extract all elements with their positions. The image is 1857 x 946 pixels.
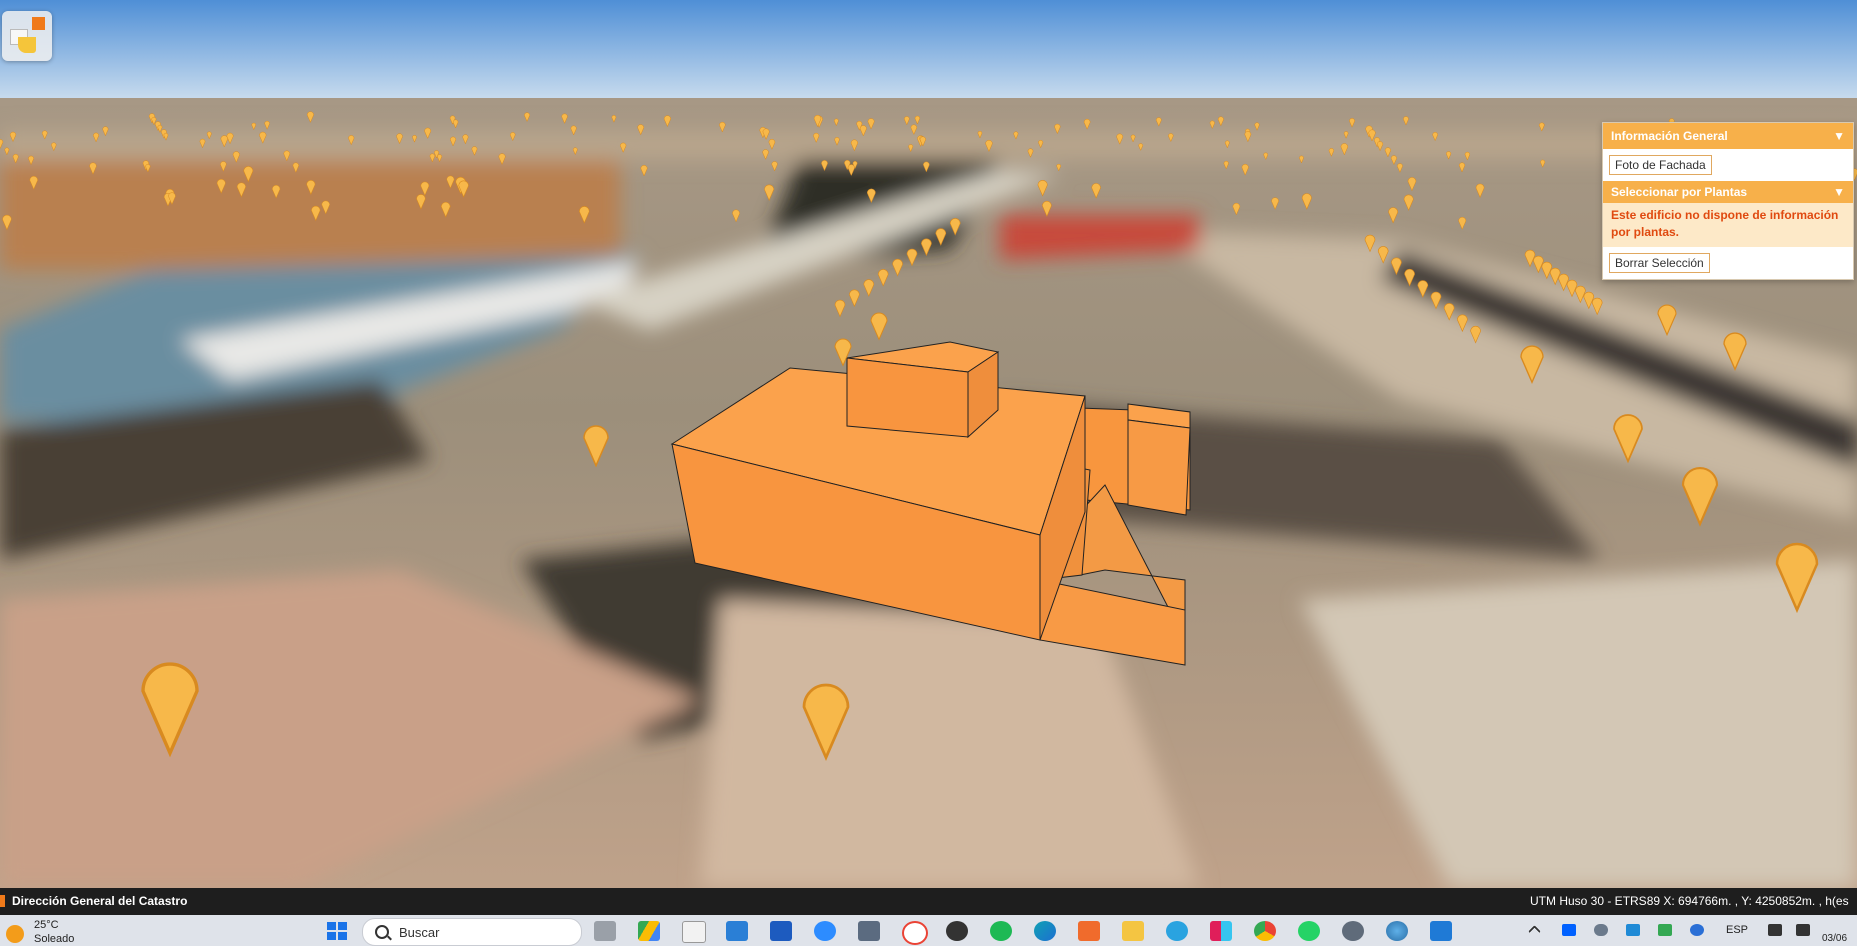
general-info-header[interactable]: Información General ▼: [1603, 123, 1853, 149]
obs-icon[interactable]: [946, 921, 968, 941]
coordinates-readout: UTM Huso 30 - ETRS89 X: 694766m. , Y: 42…: [1530, 894, 1849, 908]
floors-message: Este edificio no dispone de información …: [1603, 203, 1853, 247]
telegram-icon[interactable]: [1166, 921, 1188, 941]
security-icon[interactable]: [1626, 924, 1640, 936]
facade-photo-button[interactable]: Foto de Fachada: [1609, 155, 1712, 175]
floors-header[interactable]: Seleccionar por Plantas ▼: [1603, 181, 1853, 203]
app-icon[interactable]: [1430, 921, 1452, 941]
windows-taskbar: 25°C Soleado Buscar ESP 03/06: [0, 915, 1857, 946]
chevron-up-icon[interactable]: [1528, 925, 1541, 938]
logo-square-yellow: [18, 37, 36, 53]
status-bar: Dirección General del Catastro UTM Huso …: [0, 888, 1857, 915]
edge-icon[interactable]: [1034, 921, 1056, 941]
map-3d-scene[interactable]: [0, 0, 1857, 888]
facade-section: Foto de Fachada: [1603, 149, 1853, 181]
weather-temp: 25°C: [34, 919, 59, 931]
status-accent-mark: [0, 895, 5, 907]
logo-icon[interactable]: [2, 11, 52, 61]
slack-icon[interactable]: [1210, 921, 1232, 941]
taskbar-search[interactable]: Buscar: [362, 918, 582, 946]
spotify-icon[interactable]: [990, 921, 1012, 941]
sublime-icon[interactable]: [1078, 921, 1100, 941]
search-placeholder: Buscar: [399, 925, 440, 940]
settings-icon[interactable]: [1342, 921, 1364, 941]
task-view-icon[interactable]: [594, 921, 616, 941]
search-icon: [375, 925, 389, 939]
zoom-icon[interactable]: [814, 921, 836, 941]
chrome-icon[interactable]: [1254, 921, 1276, 941]
drive-tray-icon[interactable]: [1658, 924, 1672, 936]
earth-icon[interactable]: [1386, 921, 1408, 941]
calculator-icon[interactable]: [858, 921, 880, 941]
sun-icon: [6, 925, 24, 943]
volume-icon[interactable]: [1796, 924, 1810, 936]
map-3d-viewport[interactable]: [0, 0, 1857, 888]
info-panel: Información General ▼ Foto de Fachada Se…: [1602, 122, 1854, 280]
general-info-title: Información General: [1611, 129, 1728, 143]
bluetooth-icon[interactable]: [1690, 924, 1704, 936]
dropbox-icon[interactable]: [1562, 924, 1576, 936]
collapse-arrow-icon[interactable]: ▼: [1833, 123, 1845, 149]
maps-icon[interactable]: [902, 921, 928, 945]
network-icon[interactable]: [1768, 924, 1782, 936]
sky: [0, 0, 1857, 100]
language-indicator[interactable]: ESP: [1726, 924, 1748, 936]
weather-condition: Soleado: [34, 933, 75, 945]
clear-selection-button[interactable]: Borrar Selección: [1609, 253, 1710, 273]
floors-collapse-arrow-icon[interactable]: ▼: [1833, 181, 1845, 203]
clear-section: Borrar Selección: [1603, 247, 1853, 279]
status-title: Dirección General del Catastro: [12, 894, 188, 908]
file-icon[interactable]: [682, 921, 706, 943]
drive-icon[interactable]: [638, 921, 660, 941]
whatsapp-icon[interactable]: [1298, 921, 1320, 941]
folder-icon[interactable]: [1122, 921, 1144, 941]
logo-square-orange: [32, 17, 45, 30]
windows-start-icon[interactable]: [326, 921, 348, 941]
cloud-icon[interactable]: [1594, 924, 1608, 936]
clock-date[interactable]: 03/06: [1822, 933, 1847, 944]
store-icon[interactable]: [726, 921, 748, 941]
floors-title: Seleccionar por Plantas: [1611, 185, 1748, 199]
word-icon[interactable]: [770, 921, 792, 941]
